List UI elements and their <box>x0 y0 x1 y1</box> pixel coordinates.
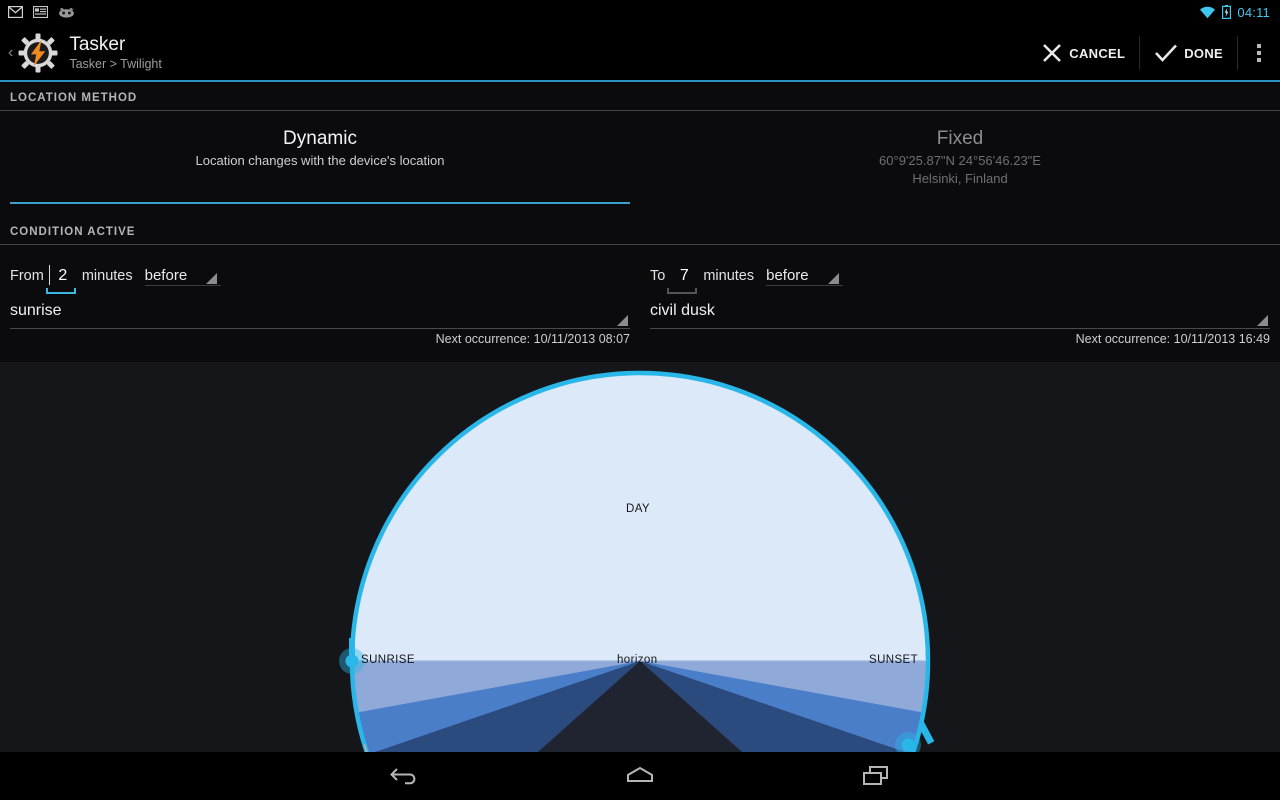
status-bar-system-icons: 04:11 <box>1199 5 1280 20</box>
tab-fixed-place: Helsinki, Finland <box>912 171 1008 186</box>
to-minutes-unit: minutes <box>703 268 755 284</box>
home-button[interactable] <box>617 759 663 793</box>
twilight-diagram[interactable]: DAY horizon SUNRISE SUNSET <box>0 362 1280 752</box>
to-minutes-underline <box>667 288 698 294</box>
done-label: DONE <box>1184 45 1223 61</box>
condition-to-column: To 7 minutes before civil dusk Next occu… <box>640 252 1280 362</box>
app-title: Tasker <box>69 34 126 55</box>
spinner-arrow-icon <box>617 315 628 326</box>
tab-dynamic[interactable]: Dynamic Location changes with the device… <box>0 110 640 218</box>
text-caret <box>48 265 50 285</box>
to-relation-value: before <box>766 267 809 284</box>
day-label: DAY <box>626 503 650 515</box>
spinner-arrow-icon <box>827 273 839 284</box>
tab-dynamic-subtitle: Location changes with the device's locat… <box>195 153 445 168</box>
to-offset-row: To 7 minutes before <box>650 266 843 294</box>
horizon-label: horizon <box>617 654 658 666</box>
condition-from-column: From 2 minutes before sunrise Next occur… <box>0 252 640 362</box>
to-minutes-input[interactable]: 7 <box>667 266 698 294</box>
spinner-arrow-icon <box>206 273 218 284</box>
from-label: From <box>10 268 44 284</box>
from-minutes-underline <box>45 288 76 294</box>
battery-charging-icon <box>1222 5 1232 19</box>
back-icon <box>390 768 416 785</box>
action-bar-actions: CANCEL DONE <box>1027 24 1280 82</box>
location-method-header: LOCATION METHOD <box>0 86 1280 110</box>
cancel-button[interactable]: CANCEL <box>1027 24 1139 82</box>
from-offset-row: From 2 minutes before <box>10 265 222 294</box>
action-bar: ‹ Tasker Tasker > Twilight CANCEL DONE <box>0 24 1280 82</box>
action-bar-accent-line <box>0 80 1280 82</box>
spinner-arrow-icon <box>1257 315 1268 326</box>
from-minutes-unit: minutes <box>81 268 133 284</box>
recents-icon <box>863 766 888 785</box>
to-minutes-value: 7 <box>679 267 689 284</box>
wifi-icon <box>1200 6 1216 18</box>
from-minutes-input[interactable]: 2 <box>45 265 76 294</box>
to-label: To <box>650 268 666 284</box>
news-icon <box>33 6 48 18</box>
check-icon <box>1155 44 1178 62</box>
up-navigation-caret[interactable]: ‹ <box>0 45 17 61</box>
condition-active-rule <box>0 244 1280 245</box>
tab-selected-indicator <box>10 202 630 204</box>
breadcrumb: Tasker > Twilight <box>69 57 162 71</box>
cancel-label: CANCEL <box>1069 45 1126 61</box>
to-event-value: civil dusk <box>650 302 715 319</box>
twilight-bands <box>352 661 928 752</box>
cyanogenmod-icon <box>59 7 74 18</box>
to-event-spinner[interactable]: civil dusk <box>650 300 1270 329</box>
overflow-menu-icon[interactable] <box>1238 24 1280 82</box>
gmail-icon <box>8 6 23 18</box>
sunrise-label: SUNRISE <box>361 654 415 666</box>
from-relation-value: before <box>144 267 188 284</box>
from-relation-spinner[interactable]: before <box>144 267 222 286</box>
from-next-occurrence: Next occurrence: 10/11/2013 08:07 <box>435 332 630 346</box>
twilight-dome-svg <box>339 370 935 752</box>
tab-fixed-coordinates: 60°9'25.87"N 24°56'46.23"E <box>879 153 1041 168</box>
home-icon <box>627 766 653 782</box>
done-button[interactable]: DONE <box>1140 24 1237 82</box>
sunset-label: SUNSET <box>869 654 919 666</box>
location-method-tabs: Dynamic Location changes with the device… <box>0 110 1280 218</box>
tab-fixed-title: Fixed <box>936 128 984 149</box>
to-next-occurrence: Next occurrence: 10/11/2013 16:49 <box>1075 332 1270 346</box>
from-event-value: sunrise <box>10 302 62 319</box>
status-bar: 04:11 <box>0 0 1280 24</box>
system-navigation-bar <box>0 752 1280 800</box>
recents-button[interactable] <box>853 759 899 793</box>
status-bar-notification-icons <box>0 6 75 18</box>
action-bar-titles: Tasker Tasker > Twilight <box>69 34 162 72</box>
status-bar-clock: 04:11 <box>1237 4 1270 20</box>
back-button[interactable] <box>381 759 427 793</box>
close-icon <box>1043 44 1062 62</box>
tasker-gear-icon <box>18 33 58 73</box>
to-relation-spinner[interactable]: before <box>766 267 843 286</box>
from-event-spinner[interactable]: sunrise <box>10 300 630 329</box>
tab-fixed[interactable]: Fixed 60°9'25.87"N 24°56'46.23"E Helsink… <box>640 110 1280 218</box>
condition-active-header: CONDITION ACTIVE <box>0 220 1280 244</box>
condition-active-body: From 2 minutes before sunrise Next occur… <box>0 252 1280 362</box>
from-minutes-value: 2 <box>58 267 68 284</box>
app-screen: 04:11 ‹ Tasker Tasker > Twilight CANCEL … <box>0 0 1280 800</box>
tab-dynamic-title: Dynamic <box>283 128 357 149</box>
